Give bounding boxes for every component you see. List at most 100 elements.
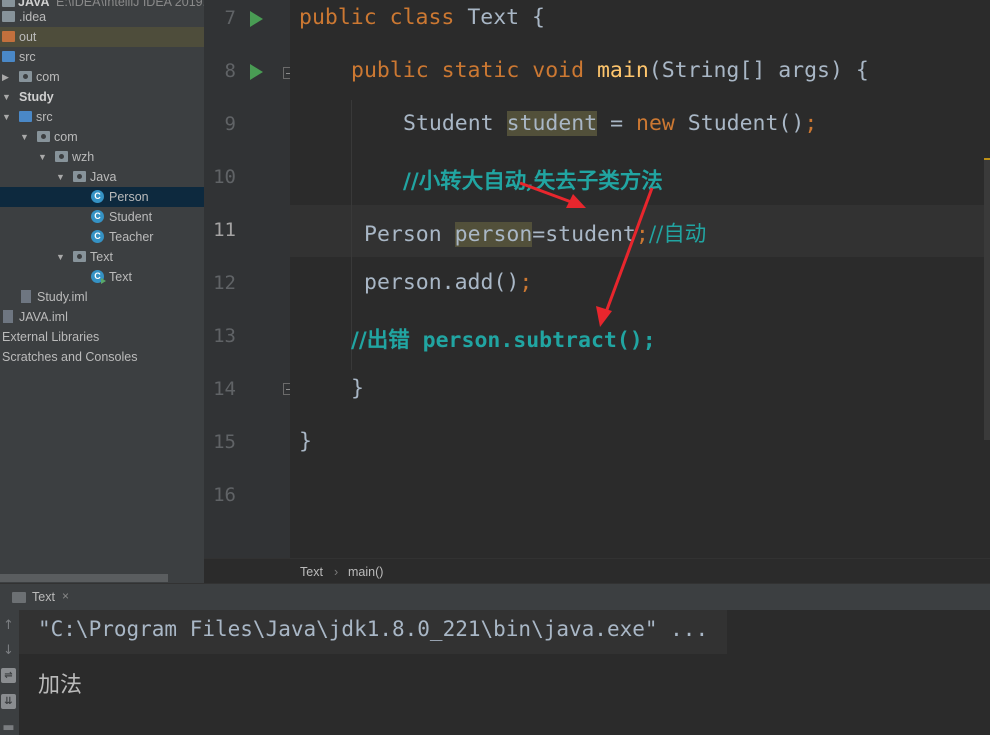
console-command: "C:\Program Files\Java\jdk1.8.0_221\bin\… — [38, 617, 709, 641]
class-name: Text — [467, 5, 520, 30]
type-name: Person — [364, 222, 442, 247]
tree-label: Text — [90, 250, 113, 264]
tree-item-scratches[interactable]: Scratches and Consoles — [0, 347, 204, 367]
tree-label: com — [54, 130, 78, 144]
print-icon[interactable]: ▬ — [1, 720, 16, 735]
code-line-12: person.add(); — [364, 270, 532, 295]
tree-item-idea[interactable]: .idea — [0, 7, 204, 27]
code-text: =student — [532, 222, 636, 247]
module-file-icon — [21, 290, 31, 303]
run-tab-text[interactable]: Text × — [0, 584, 80, 611]
chevron-down-icon[interactable]: ▼ — [2, 87, 11, 107]
keyword: public — [351, 58, 429, 83]
tree-item-study[interactable]: ▼ Study — [0, 87, 204, 107]
tree-label: Java — [90, 170, 117, 184]
tree-item-student[interactable]: C Student — [0, 207, 204, 227]
semicolon: ; — [804, 111, 818, 136]
code-text: person.add() — [364, 270, 520, 295]
editor-vertical-scrollbar[interactable] — [984, 160, 990, 440]
tree-item-com[interactable]: ▼ com — [0, 127, 204, 147]
tree-label: Student — [109, 210, 153, 224]
chevron-right-icon[interactable]: ▶ — [2, 67, 9, 87]
line-number: 13 — [213, 325, 236, 347]
code-line-15: } — [299, 429, 312, 454]
tree-item-out[interactable]: out — [0, 27, 204, 47]
variable-highlight: student — [506, 111, 598, 136]
arrow-down-icon[interactable]: ↓ — [1, 643, 16, 658]
tree-item-wzh[interactable]: ▼ wzh — [0, 147, 204, 167]
tree-label: com — [36, 70, 60, 84]
code-text: (String[] args) { — [648, 58, 869, 83]
chevron-down-icon[interactable]: ▼ — [56, 247, 65, 267]
tree-item-study-iml[interactable]: Study.iml — [0, 287, 204, 307]
tree-label: Teacher — [109, 230, 154, 244]
source-folder-icon — [19, 111, 32, 122]
tree-item-java[interactable]: ▼ Java — [0, 167, 204, 187]
tree-item-java-iml[interactable]: JAVA.iml — [0, 307, 204, 327]
tree-item-external-libraries[interactable]: External Libraries — [0, 327, 204, 347]
folder-icon — [2, 0, 15, 7]
tree-label: Scratches and Consoles — [2, 350, 138, 364]
tree-item-person[interactable]: C Person — [0, 187, 204, 207]
package-icon — [73, 171, 86, 182]
code-line-10-comment: //小转大自动,失去子类方法 — [403, 169, 663, 194]
tree-label: Study.iml — [37, 290, 88, 304]
chevron-down-icon[interactable]: ▼ — [56, 167, 65, 187]
breadcrumb-class[interactable]: Text — [300, 565, 323, 579]
code-line-9: Student student = new Student(); — [403, 111, 817, 136]
class-icon: C — [91, 210, 104, 223]
run-class-icon[interactable] — [250, 11, 263, 27]
folder-icon — [2, 31, 15, 42]
line-number: 16 — [213, 484, 236, 506]
tree-item-com[interactable]: ▶ com — [0, 67, 204, 87]
commented-code: person.subtract(); — [422, 328, 656, 353]
console-program-output: 加法 — [38, 673, 83, 698]
tree-label: out — [19, 30, 37, 44]
semicolon: ; — [635, 222, 649, 247]
tree-item-teacher[interactable]: C Teacher — [0, 227, 204, 247]
runnable-class-icon: C — [91, 270, 106, 284]
tree-label: src — [19, 50, 36, 64]
variable-highlight: person — [454, 222, 533, 247]
folder-icon — [2, 11, 15, 22]
source-folder-icon — [2, 51, 15, 62]
arrow-up-icon[interactable]: ↑ — [1, 618, 16, 633]
run-main-icon[interactable] — [250, 64, 263, 80]
code-line-13: //出错 person.subtract(); — [351, 323, 656, 354]
breadcrumb-method[interactable]: main() — [348, 565, 383, 579]
keyword: void — [532, 58, 585, 83]
inline-comment: //自动 — [648, 222, 707, 247]
method-name: main — [596, 58, 649, 83]
tree-item-text-class[interactable]: C Text — [0, 267, 204, 287]
chevron-down-icon[interactable]: ▼ — [38, 147, 47, 167]
code-text: { — [519, 5, 545, 30]
tree-label: .idea — [19, 10, 47, 24]
console-toolbar: ↑ ↓ ⇌ ⇊ ▬ — [0, 610, 19, 735]
line-number: 8 — [224, 60, 236, 82]
line-number: 15 — [213, 431, 236, 453]
class-icon: C — [91, 230, 104, 243]
class-icon: C — [91, 190, 104, 203]
chevron-down-icon[interactable]: ▼ — [20, 127, 29, 147]
scroll-to-end-icon[interactable]: ⇊ — [1, 694, 16, 709]
package-icon — [55, 151, 68, 162]
line-number: 14 — [213, 378, 236, 400]
tab-label: Text — [32, 590, 55, 604]
tree-label: External Libraries — [2, 330, 100, 344]
code-line-14: } — [351, 376, 364, 401]
tree-label: JAVA.iml — [19, 310, 68, 324]
line-number: 9 — [224, 113, 236, 135]
keyword: public — [299, 5, 377, 30]
tree-item-src[interactable]: ▼ src — [0, 107, 204, 127]
tree-item-src[interactable]: src — [0, 47, 204, 67]
chevron-down-icon[interactable]: ▼ — [2, 107, 11, 127]
breadcrumb-separator: › — [334, 565, 339, 579]
soft-wrap-icon[interactable]: ⇌ — [1, 668, 16, 683]
line-number-current: 11 — [213, 219, 236, 241]
close-icon[interactable]: × — [62, 589, 69, 603]
sidebar-horizontal-scrollbar[interactable] — [0, 574, 168, 582]
code-text: = — [597, 111, 637, 136]
tree-item-text-package[interactable]: ▼ Text — [0, 247, 204, 267]
tree-label: wzh — [72, 150, 95, 164]
run-config-icon — [12, 592, 26, 603]
